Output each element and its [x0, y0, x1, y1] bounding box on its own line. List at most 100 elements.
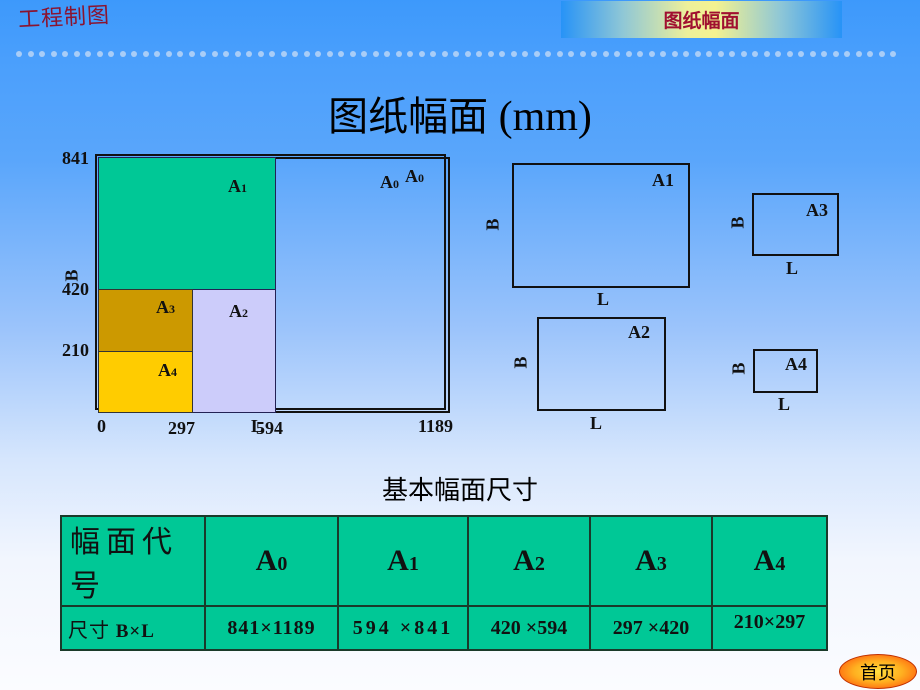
divider-dot [257, 51, 264, 57]
divider-dot [177, 51, 183, 57]
region-a0-label-overlap: A0 [405, 166, 424, 186]
divider-dot [763, 51, 770, 57]
divider-dot [223, 51, 229, 57]
home-button[interactable]: 首页 [839, 654, 917, 689]
region-a4 [98, 351, 193, 413]
row-header-codes: 幅面代号 [60, 515, 206, 607]
page-title-cn: 图纸幅面 [328, 94, 489, 140]
divider-dot [878, 51, 885, 57]
divider-dot [671, 51, 678, 57]
code-cell: A0 [204, 515, 339, 607]
y-tick-841: 841 [62, 148, 89, 168]
format-a1-b-label: B [482, 218, 503, 231]
divider-dot [188, 51, 195, 57]
divider-dot [269, 51, 275, 57]
divider-dot [85, 51, 91, 57]
divider-dot [441, 51, 448, 57]
region-a1-label: A1 [228, 176, 247, 196]
divider-dot [154, 51, 160, 57]
divider-dot [476, 51, 482, 57]
table-caption: 基本幅面尺寸 [381, 476, 538, 506]
code-cell: A1 [337, 515, 469, 607]
page-title: 图纸幅面 (mm) [0, 84, 920, 142]
divider-dot [855, 51, 862, 57]
divider-dot [809, 51, 816, 57]
divider-dot [384, 51, 390, 57]
divider-dot [338, 51, 344, 57]
code-cell: A4 [711, 515, 828, 607]
divider-dot [752, 51, 758, 57]
divider-dot [867, 51, 873, 57]
size-cell: 210×297 [711, 605, 828, 651]
y-tick-420: 420 [62, 279, 89, 299]
table-row-sizes: 尺寸 B×L 841×1189 594 ×841 420 ×594 297 ×4… [60, 605, 828, 651]
divider-dot [499, 51, 505, 57]
divider-dot [430, 51, 436, 57]
format-a2-l-label: L [590, 413, 603, 433]
divider-dot [522, 51, 528, 57]
section-banner: 图纸幅面 [561, 1, 842, 38]
divider-dot [591, 51, 597, 57]
region-a0-label: A0 [380, 172, 399, 192]
section-banner-text: 图纸幅面 [663, 10, 740, 32]
divider-dot [27, 51, 34, 57]
divider-dot [556, 51, 563, 57]
divider-dot [234, 51, 241, 57]
code-cell: A3 [589, 515, 713, 607]
divider-dot [694, 51, 701, 57]
format-a2-label: A2 [628, 322, 650, 342]
divider-dot [487, 51, 494, 57]
y-axis-label: B [61, 269, 82, 282]
page-title-unit: (mm) [488, 94, 592, 140]
divider-dot [62, 51, 68, 57]
divider-dot [533, 51, 540, 57]
region-a1 [98, 157, 276, 291]
divider-dot [418, 51, 425, 57]
divider-dot [568, 51, 574, 57]
divider-dot [73, 51, 80, 57]
divider-dot [361, 51, 367, 57]
divider-dot [372, 51, 379, 57]
divider-dot [96, 51, 103, 57]
divider-dot [890, 51, 896, 57]
x-tick-0: 0 [97, 416, 106, 436]
size-cell: 297 ×420 [589, 605, 713, 651]
divider-dot [326, 51, 333, 57]
divider-dot [706, 51, 712, 57]
divider-dot [165, 51, 172, 57]
divider-dot [844, 51, 850, 57]
format-a3-l-label: L [786, 258, 799, 278]
format-a1-l-label: L [597, 289, 610, 309]
divider-dot [142, 51, 149, 57]
table-row-codes: 幅面代号 A0 A1 A2 A3 A4 [60, 515, 828, 607]
dotted-divider [16, 51, 896, 57]
divider-dot [660, 51, 666, 57]
divider-dot [315, 51, 321, 57]
divider-dot [821, 51, 827, 57]
region-a4-label: A4 [158, 360, 177, 380]
format-a4-label: A4 [785, 354, 807, 374]
size-cell: 594 ×841 [337, 605, 469, 651]
divider-dot [303, 51, 310, 57]
course-title: 工程制图 [17, 3, 111, 33]
format-a3-label: A3 [806, 200, 828, 220]
code-cell: A2 [467, 515, 591, 607]
y-tick-210: 210 [62, 340, 89, 360]
region-a2-label: A2 [229, 301, 248, 321]
divider-dot [798, 51, 804, 57]
divider-dot [407, 51, 413, 57]
divider-dot [200, 51, 206, 57]
divider-dot [510, 51, 517, 57]
divider-dot [625, 51, 632, 57]
divider-dot [395, 51, 402, 57]
divider-dot [717, 51, 724, 57]
divider-dot [211, 51, 218, 57]
divider-dot [545, 51, 551, 57]
divider-dot [50, 51, 57, 57]
divider-dot [579, 51, 586, 57]
region-a3-label: A3 [156, 297, 175, 317]
row-header-sizes: 尺寸 B×L [60, 605, 206, 651]
x-tick-1189: 1189 [418, 416, 454, 436]
divider-dot [786, 51, 793, 57]
divider-dot [39, 51, 45, 57]
